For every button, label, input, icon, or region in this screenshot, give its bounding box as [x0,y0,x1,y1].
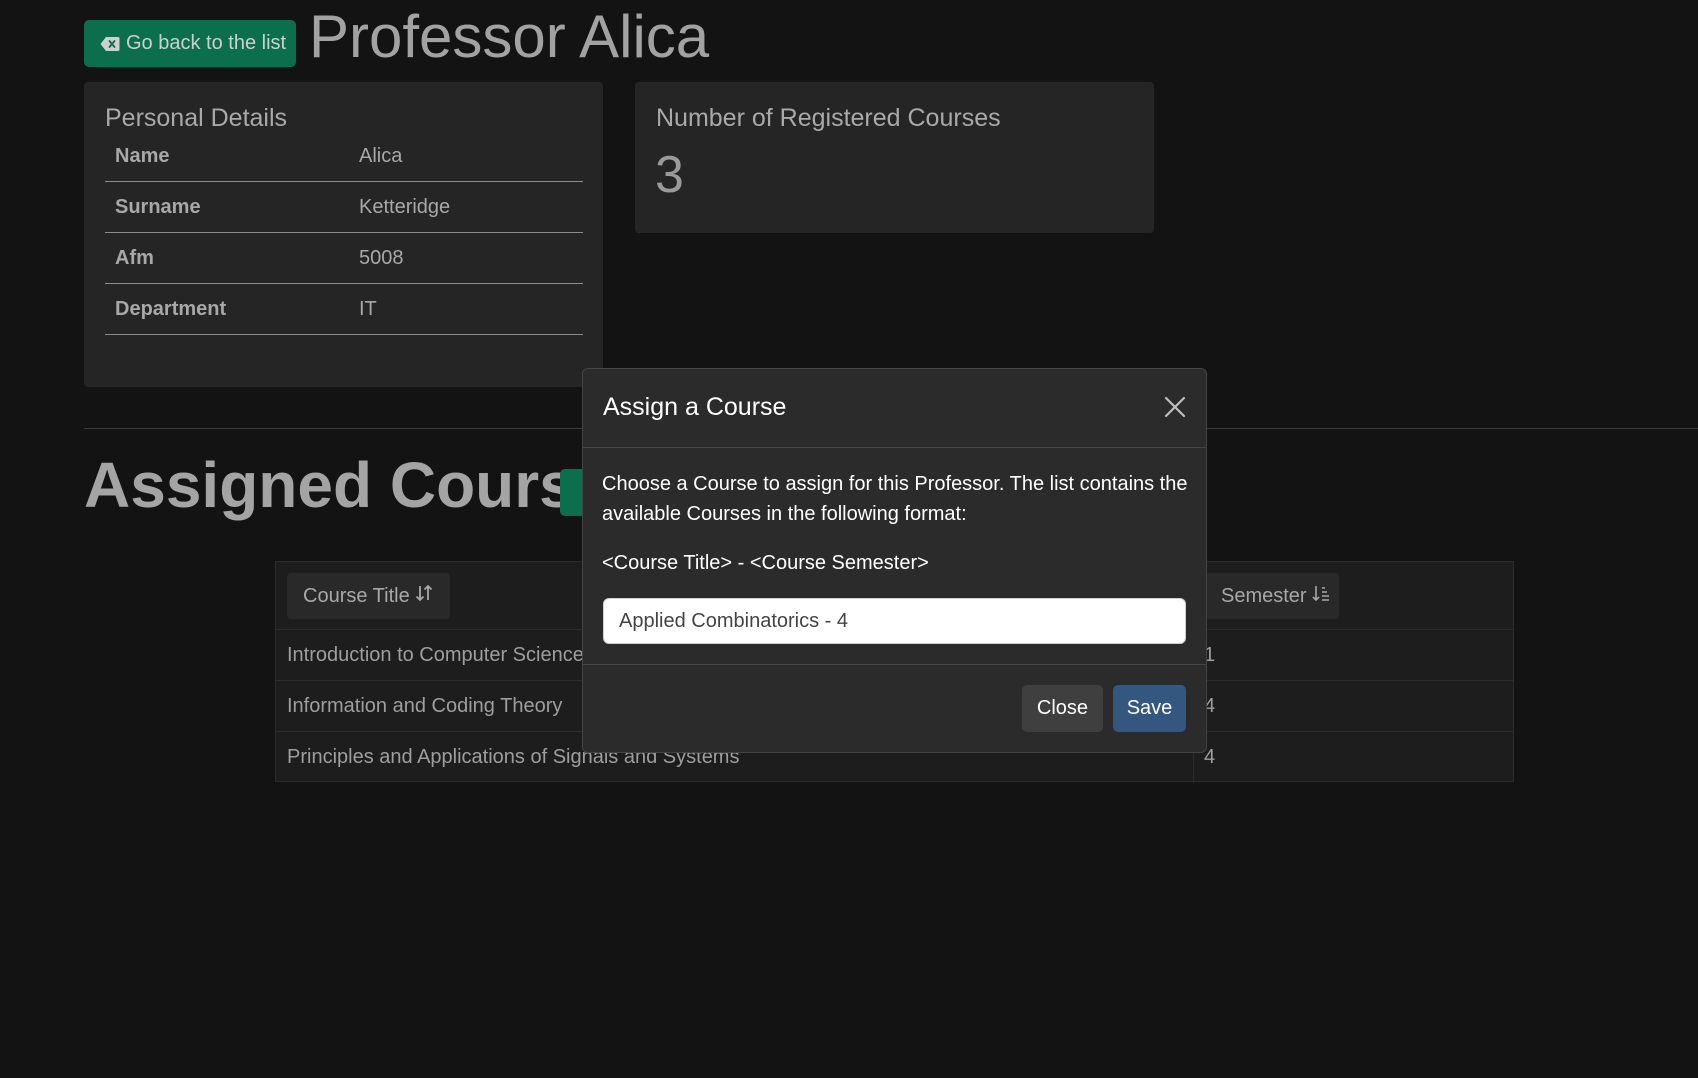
registered-courses-count: 3 [655,146,684,204]
sort-by-semester-button[interactable]: Semester [1205,573,1339,619]
sort-ascending-icon [1311,583,1331,609]
column-title-label: Course Title [303,584,410,607]
details-value: Ketteridge [359,195,451,218]
modal-header: Assign a Course [583,369,1206,448]
course-title-cell: Information and Coding Theory [287,695,563,717]
modal-close-button[interactable] [1162,394,1188,420]
sort-by-title-button[interactable]: Course Title [287,573,450,619]
registered-courses-title: Number of Registered Courses [656,104,1001,132]
details-label: Afm [115,246,154,269]
details-row-name: Name Alica [105,131,583,182]
page-title: Professor Alica [309,3,710,70]
course-title-cell: Introduction to Computer Science [287,644,584,666]
back-to-list-button[interactable]: Go back to the list [84,20,296,67]
modal-title: Assign a Course [603,393,787,421]
details-label: Department [115,297,227,320]
course-select-dropdown[interactable]: Applied Combinatorics - 4 [603,598,1186,644]
personal-details-card: Personal Details Name Alica Surname Kett… [84,82,603,387]
details-row-department: Department IT [105,284,583,335]
backspace-icon [100,36,120,52]
details-value: IT [359,297,377,320]
close-button[interactable]: Close [1022,685,1103,732]
details-row-surname: Surname Ketteridge [105,182,583,233]
sort-arrows-icon [414,583,434,609]
details-row-afm: Afm 5008 [105,233,583,284]
save-button[interactable]: Save [1113,685,1186,732]
details-label: Surname [115,195,201,218]
modal-format-hint: <Course Title> - <Course Semester> [602,552,929,574]
details-label: Name [115,144,170,167]
details-value: Alica [359,144,403,167]
close-icon [1162,396,1188,423]
back-button-label: Go back to the list [126,32,287,54]
personal-details-table: Name Alica Surname Ketteridge Afm 5008 D… [105,131,583,335]
column-semester-label: Semester [1221,584,1307,607]
page: Go back to the list Professor Alica Pers… [0,0,1698,1078]
modal-footer-divider [583,664,1206,665]
registered-courses-card: Number of Registered Courses 3 [635,82,1154,233]
details-value: 5008 [359,246,404,269]
personal-details-title: Personal Details [105,104,288,132]
